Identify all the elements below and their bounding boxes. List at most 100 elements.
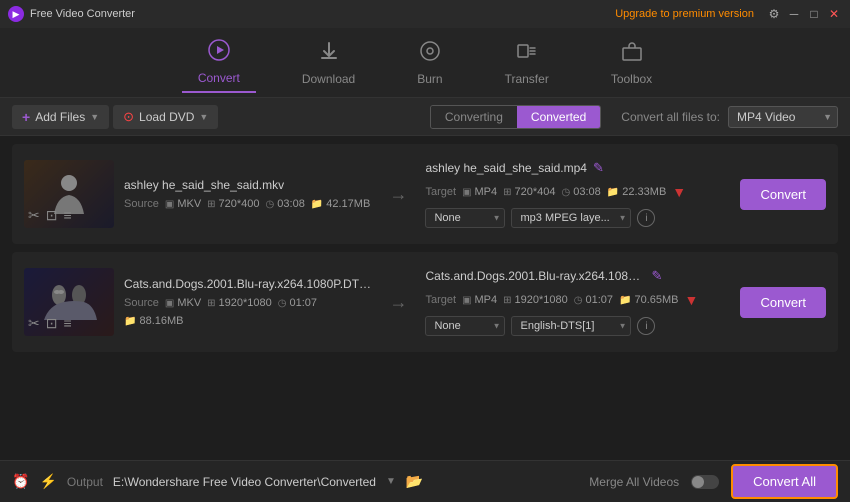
target-filename-row-1: ashley he_said_she_said.mp4 ✎ — [425, 160, 722, 176]
target-format-2: ▣ MP4 — [462, 294, 497, 306]
app-title: Free Video Converter — [30, 8, 135, 20]
tab-converting[interactable]: Converting — [431, 106, 517, 128]
audio-none-select-2[interactable]: None — [425, 316, 505, 336]
nav-label-convert: Convert — [198, 71, 240, 85]
upgrade-link[interactable]: Upgrade to premium version — [615, 8, 754, 20]
nav-item-download[interactable]: Download — [286, 34, 371, 92]
load-dvd-button[interactable]: ⊙ Load DVD ▼ — [113, 105, 218, 129]
crop-icon[interactable]: ⊡ — [46, 207, 58, 224]
title-bar-left: ▶ Free Video Converter — [8, 6, 135, 22]
dvd-icon: ⊙ — [123, 109, 134, 125]
add-files-label: Add Files — [35, 110, 85, 124]
edit-icon-1[interactable]: ✎ — [593, 160, 604, 176]
audio-none-wrapper-2: None — [425, 316, 505, 336]
file-item-1: ✂ ⊡ ≡ ashley he_said_she_said.mkv Source… — [12, 144, 838, 244]
arrow-area-2: → — [381, 292, 415, 313]
plus-icon: + — [22, 109, 30, 125]
add-files-arrow: ▼ — [90, 112, 99, 122]
file-info-1: ashley he_said_she_said.mkv Source ▣ MKV… — [124, 178, 371, 210]
clock-icon[interactable]: ⏰ — [12, 473, 29, 490]
audio-codec-wrapper-1: mp3 MPEG laye... — [511, 208, 631, 228]
target-label-1: Target — [425, 186, 456, 198]
source-row-1: Source ▣ MKV ⊞ 720*400 ◷ 03:08 📁 42.17MB — [124, 198, 371, 210]
audio-codec-select-2[interactable]: English-DTS[1] — [511, 316, 631, 336]
nav-item-toolbox[interactable]: Toolbox — [595, 34, 668, 92]
title-bar: ▶ Free Video Converter Upgrade to premiu… — [0, 0, 850, 28]
target-filename-text-2: Cats.and.Dogs.2001.Blu-ray.x264.1080P.DT… — [425, 269, 645, 283]
audio-codec-select-1[interactable]: mp3 MPEG laye... — [511, 208, 631, 228]
merge-toggle[interactable] — [691, 475, 719, 489]
target-label-2: Target — [425, 294, 456, 306]
target-options-1: None mp3 MPEG laye... i — [425, 208, 722, 228]
edit-icon-2[interactable]: ✎ — [651, 268, 662, 284]
tab-group: Converting Converted — [430, 105, 601, 129]
settings-icon[interactable]: ⚙ — [766, 6, 782, 22]
target-row-1: Target ▣ MP4 ⊞ 720*404 ◷ 03:08 📁 22.33MB — [425, 184, 722, 200]
toolbox-nav-icon — [621, 40, 643, 68]
main-content: ✂ ⊡ ≡ ashley he_said_she_said.mkv Source… — [0, 136, 850, 460]
load-dvd-label: Load DVD — [139, 110, 194, 124]
nav-item-convert[interactable]: Convert — [182, 33, 256, 93]
quality-arrow-2: ▼ — [685, 292, 699, 308]
status-bar: ⏰ ⚡ Output E:\Wondershare Free Video Con… — [0, 460, 850, 502]
scissors-icon[interactable]: ✂ — [28, 207, 40, 224]
source-duration-2: ◷ 01:07 — [278, 297, 317, 309]
audio-none-wrapper-1: None — [425, 208, 505, 228]
audio-codec-wrapper-2: English-DTS[1] — [511, 316, 631, 336]
info-button-2[interactable]: i — [637, 317, 655, 335]
convert-button-2[interactable]: Convert — [740, 287, 826, 318]
target-section-2: Cats.and.Dogs.2001.Blu-ray.x264.1080P.DT… — [425, 268, 722, 336]
arrow-area-1: → — [381, 184, 415, 205]
thumbnail-2: ✂ ⊡ ≡ — [24, 268, 114, 336]
target-options-2: None English-DTS[1] i — [425, 316, 722, 336]
minimize-icon[interactable]: ─ — [786, 6, 802, 22]
nav-label-toolbox: Toolbox — [611, 72, 652, 86]
source-filename-1: ashley he_said_she_said.mkv — [124, 178, 371, 192]
effects-icon[interactable]: ≡ — [63, 207, 71, 224]
file-info-2: Cats.and.Dogs.2001.Blu-ray.x264.1080P.DT… — [124, 277, 371, 327]
source-label-2: Source — [124, 297, 159, 309]
convert-all-button[interactable]: Convert All — [731, 464, 838, 499]
maximize-icon[interactable]: □ — [806, 6, 822, 22]
output-path: E:\Wondershare Free Video Converter\Conv… — [113, 475, 376, 489]
add-files-button[interactable]: + Add Files ▼ — [12, 105, 109, 129]
target-filename-text-1: ashley he_said_she_said.mp4 — [425, 161, 586, 175]
source-size-2: 📁 88.16MB — [124, 315, 183, 327]
status-right: Merge All Videos Convert All — [433, 464, 838, 499]
flash-icon[interactable]: ⚡ — [39, 473, 56, 490]
target-duration-1: ◷ 03:08 — [562, 186, 601, 198]
crop-icon-2[interactable]: ⊡ — [46, 315, 58, 332]
nav-item-transfer[interactable]: Transfer — [489, 34, 565, 92]
source-duration-1: ◷ 03:08 — [266, 198, 305, 210]
format-select-wrapper: MP4 Video MKV Video AVI Video — [728, 106, 838, 128]
thumb-icons-2: ✂ ⊡ ≡ — [28, 315, 72, 332]
scissors-icon-2[interactable]: ✂ — [28, 315, 40, 332]
tab-converted[interactable]: Converted — [517, 106, 600, 128]
target-filename-row-2: Cats.and.Dogs.2001.Blu-ray.x264.1080P.DT… — [425, 268, 722, 284]
source-row-2: Source ▣ MKV ⊞ 1920*1080 ◷ 01:07 📁 88.16… — [124, 297, 371, 327]
folder-icon[interactable]: 📂 — [406, 473, 423, 490]
target-resolution-2: ⊞ 1920*1080 — [503, 294, 568, 306]
file-item-2: ✂ ⊡ ≡ Cats.and.Dogs.2001.Blu-ray.x264.10… — [12, 252, 838, 352]
close-icon[interactable]: ✕ — [826, 6, 842, 22]
target-format-1: ▣ MP4 — [462, 186, 497, 198]
source-resolution-2: ⊞ 1920*1080 — [207, 297, 272, 309]
source-size-1: 📁 42.17MB — [311, 198, 370, 210]
thumbnail-1: ✂ ⊡ ≡ — [24, 160, 114, 228]
info-button-1[interactable]: i — [637, 209, 655, 227]
nav-label-download: Download — [302, 72, 355, 86]
source-format-2: ▣ MKV — [165, 297, 201, 309]
nav-item-burn[interactable]: Burn — [401, 34, 458, 92]
transfer-nav-icon — [516, 40, 538, 68]
merge-label: Merge All Videos — [589, 475, 679, 489]
audio-none-select-1[interactable]: None — [425, 208, 505, 228]
format-select[interactable]: MP4 Video MKV Video AVI Video — [728, 106, 838, 128]
quality-arrow-1: ▼ — [672, 184, 686, 200]
thumb-icons-1: ✂ ⊡ ≡ — [28, 207, 72, 224]
output-select-arrow[interactable]: ▼ — [386, 476, 396, 487]
source-resolution-1: ⊞ 720*400 — [207, 198, 259, 210]
nav-bar: Convert Download Burn Transfer — [0, 28, 850, 98]
app-icon: ▶ — [8, 6, 24, 22]
effects-icon-2[interactable]: ≡ — [63, 315, 71, 332]
convert-button-1[interactable]: Convert — [740, 179, 826, 210]
